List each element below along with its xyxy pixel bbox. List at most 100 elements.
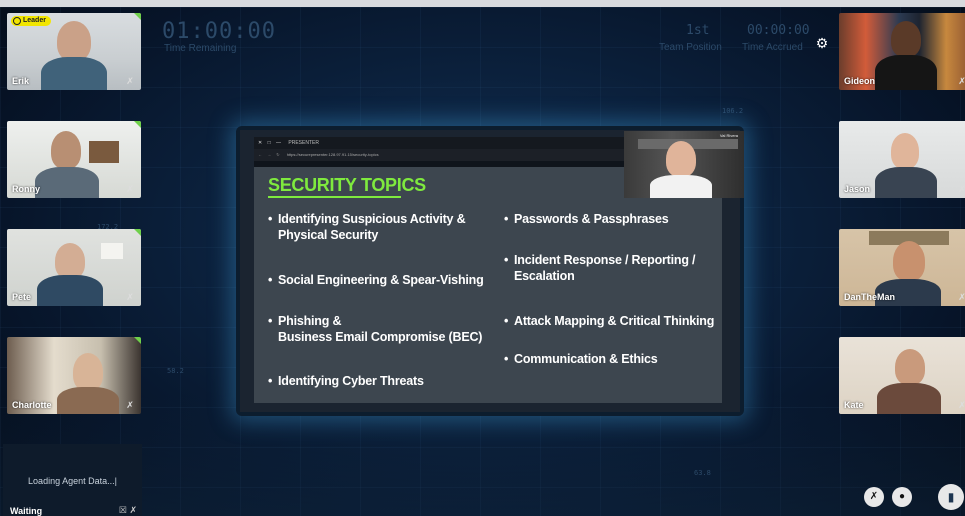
participant-tile-charlotte[interactable]: Charlotte ✗ <box>7 337 141 414</box>
bullet-line: Passwords & Passphrases <box>514 212 669 226</box>
participant-name: Jason <box>844 184 871 194</box>
participant-tile-gideon[interactable]: Gideon ✗ <box>839 13 965 90</box>
leader-icon <box>13 17 21 25</box>
participant-tile-erik[interactable]: Leader Erik ✗ <box>7 13 141 90</box>
participant-tile-ronny[interactable]: Ronny ✗ <box>7 121 141 198</box>
hud-marker: 63.8 <box>694 469 711 477</box>
participant-name: Pete <box>12 292 32 302</box>
bullet-line: Attack Mapping & Critical Thinking <box>514 314 715 328</box>
minimize-icon[interactable]: — <box>276 137 281 149</box>
loading-status: Loading Agent Data...| <box>28 476 117 486</box>
slide-bullet: • Attack Mapping & Critical Thinking <box>504 313 715 329</box>
slide-title-underline <box>268 196 401 198</box>
tile-status-corner <box>134 13 141 20</box>
participant-body <box>875 167 937 198</box>
slide-bullet: • Passwords & Passphrases <box>504 211 669 227</box>
mic-off-icon: ✗ <box>126 184 134 194</box>
tile-status-corner <box>134 121 141 128</box>
waiting-tile: Loading Agent Data...| Waiting ☒ ✗ <box>3 444 142 516</box>
bullet-line: Phishing & <box>278 314 342 328</box>
camera-icon[interactable]: ● <box>892 487 912 507</box>
participant-tile-jason[interactable]: Jason ✗ <box>839 121 965 198</box>
time-remaining-value: 01:00:00 <box>162 19 276 44</box>
slide-bullet: • Identifying Suspicious Activity & Phys… <box>268 211 466 243</box>
forward-icon[interactable]: → <box>267 152 271 157</box>
participant-name: Charlotte <box>12 400 52 410</box>
slide-bullet: • Communication & Ethics <box>504 351 658 367</box>
mic-off-icon: ✗ <box>126 76 134 86</box>
presenter-body <box>650 175 712 198</box>
participant-face <box>73 353 103 391</box>
presenter-name: Val Rivera <box>719 133 738 138</box>
participant-tile-danthemann[interactable]: DanTheMan ✗ <box>839 229 965 306</box>
presenter-face <box>666 141 696 177</box>
participant-body <box>37 275 103 306</box>
mic-off-icon[interactable]: ✗ <box>864 487 884 507</box>
bullet-line: Escalation <box>514 269 575 283</box>
bullet-icon: • <box>504 253 509 267</box>
bullet-line: Communication & Ethics <box>514 352 658 366</box>
slide-bullet: • Incident Response / Reporting / Escala… <box>504 252 696 284</box>
gear-icon[interactable]: ⚙ <box>815 36 829 50</box>
participant-face <box>891 21 921 57</box>
team-position-value: 1st <box>686 23 710 38</box>
participant-body <box>41 57 107 90</box>
participant-body <box>57 387 119 414</box>
bullet-icon: • <box>268 212 273 226</box>
participant-name: Gideon <box>844 76 875 86</box>
bullet-icon: • <box>268 314 273 328</box>
participant-name: Waiting <box>10 506 43 516</box>
time-accrued-label: Time Accrued <box>742 42 803 53</box>
participant-tile-pete[interactable]: Pete ✗ <box>7 229 141 306</box>
participant-face <box>891 133 919 169</box>
wall-pictures <box>89 141 119 163</box>
slide-title: SECURITY TOPICS <box>268 175 426 195</box>
participant-name: DanTheMan <box>844 292 896 302</box>
bullet-icon: • <box>504 314 509 328</box>
bullet-line: Social Engineering & Spear-Vishing <box>278 273 484 287</box>
time-remaining-label: Time Remaining <box>164 43 237 54</box>
hud-marker: 58.2 <box>167 367 184 375</box>
maximize-icon[interactable]: □ <box>268 137 271 149</box>
bullet-icon: • <box>268 374 273 388</box>
participant-face <box>57 21 91 61</box>
time-accrued-value: 00:00:00 <box>747 23 810 38</box>
participant-face <box>51 131 81 169</box>
bullet-line: Identifying Suspicious Activity & <box>278 212 466 226</box>
hud-marker: 106.2 <box>722 107 744 115</box>
camera-off-icon: ☒ ✗ <box>118 505 137 515</box>
bullet-icon: • <box>504 212 509 226</box>
participant-body <box>35 167 99 198</box>
participant-face <box>893 241 925 281</box>
slide-bullet: • Social Engineering & Spear-Vishing <box>268 272 484 288</box>
bullet-icon: • <box>268 273 273 287</box>
tile-status-corner <box>134 229 141 236</box>
presenter-title: PRESENTER <box>288 140 319 146</box>
chat-icon[interactable]: ▮ <box>938 484 964 510</box>
presenter-url[interactable]: https://securepresenter.128.97.91.15/sec… <box>287 152 379 157</box>
mic-off-icon: ✗ <box>958 184 965 194</box>
mic-off-icon: ✗ <box>958 76 965 86</box>
slide-bullet: • Phishing & Business Email Compromise (… <box>268 313 483 345</box>
bullet-line: Identifying Cyber Threats <box>278 374 424 388</box>
participant-face <box>895 349 925 385</box>
bullet-line: Business Email Compromise (BEC) <box>278 330 483 344</box>
leader-badge: Leader <box>11 16 51 26</box>
top-bar <box>0 0 965 7</box>
participant-body <box>875 55 937 90</box>
window-light <box>101 243 123 259</box>
back-icon[interactable]: ← <box>258 152 262 157</box>
team-position-label: Team Position <box>659 42 722 53</box>
participant-tile-kate[interactable]: Kate ✗ <box>839 337 965 414</box>
tile-status-corner <box>134 337 141 344</box>
close-icon[interactable]: ✕ <box>258 137 262 149</box>
participant-face <box>55 243 85 279</box>
slide-bullet: • Identifying Cyber Threats <box>268 373 424 389</box>
reload-icon[interactable]: ↻ <box>276 152 279 157</box>
leader-badge-label: Leader <box>23 17 46 24</box>
presenter-video[interactable]: Val Rivera <box>624 131 744 198</box>
participant-name: Erik <box>12 76 30 86</box>
participant-name: Kate <box>844 400 864 410</box>
mic-off-icon: ✗ <box>126 400 134 410</box>
bullet-line: Physical Security <box>278 228 379 242</box>
